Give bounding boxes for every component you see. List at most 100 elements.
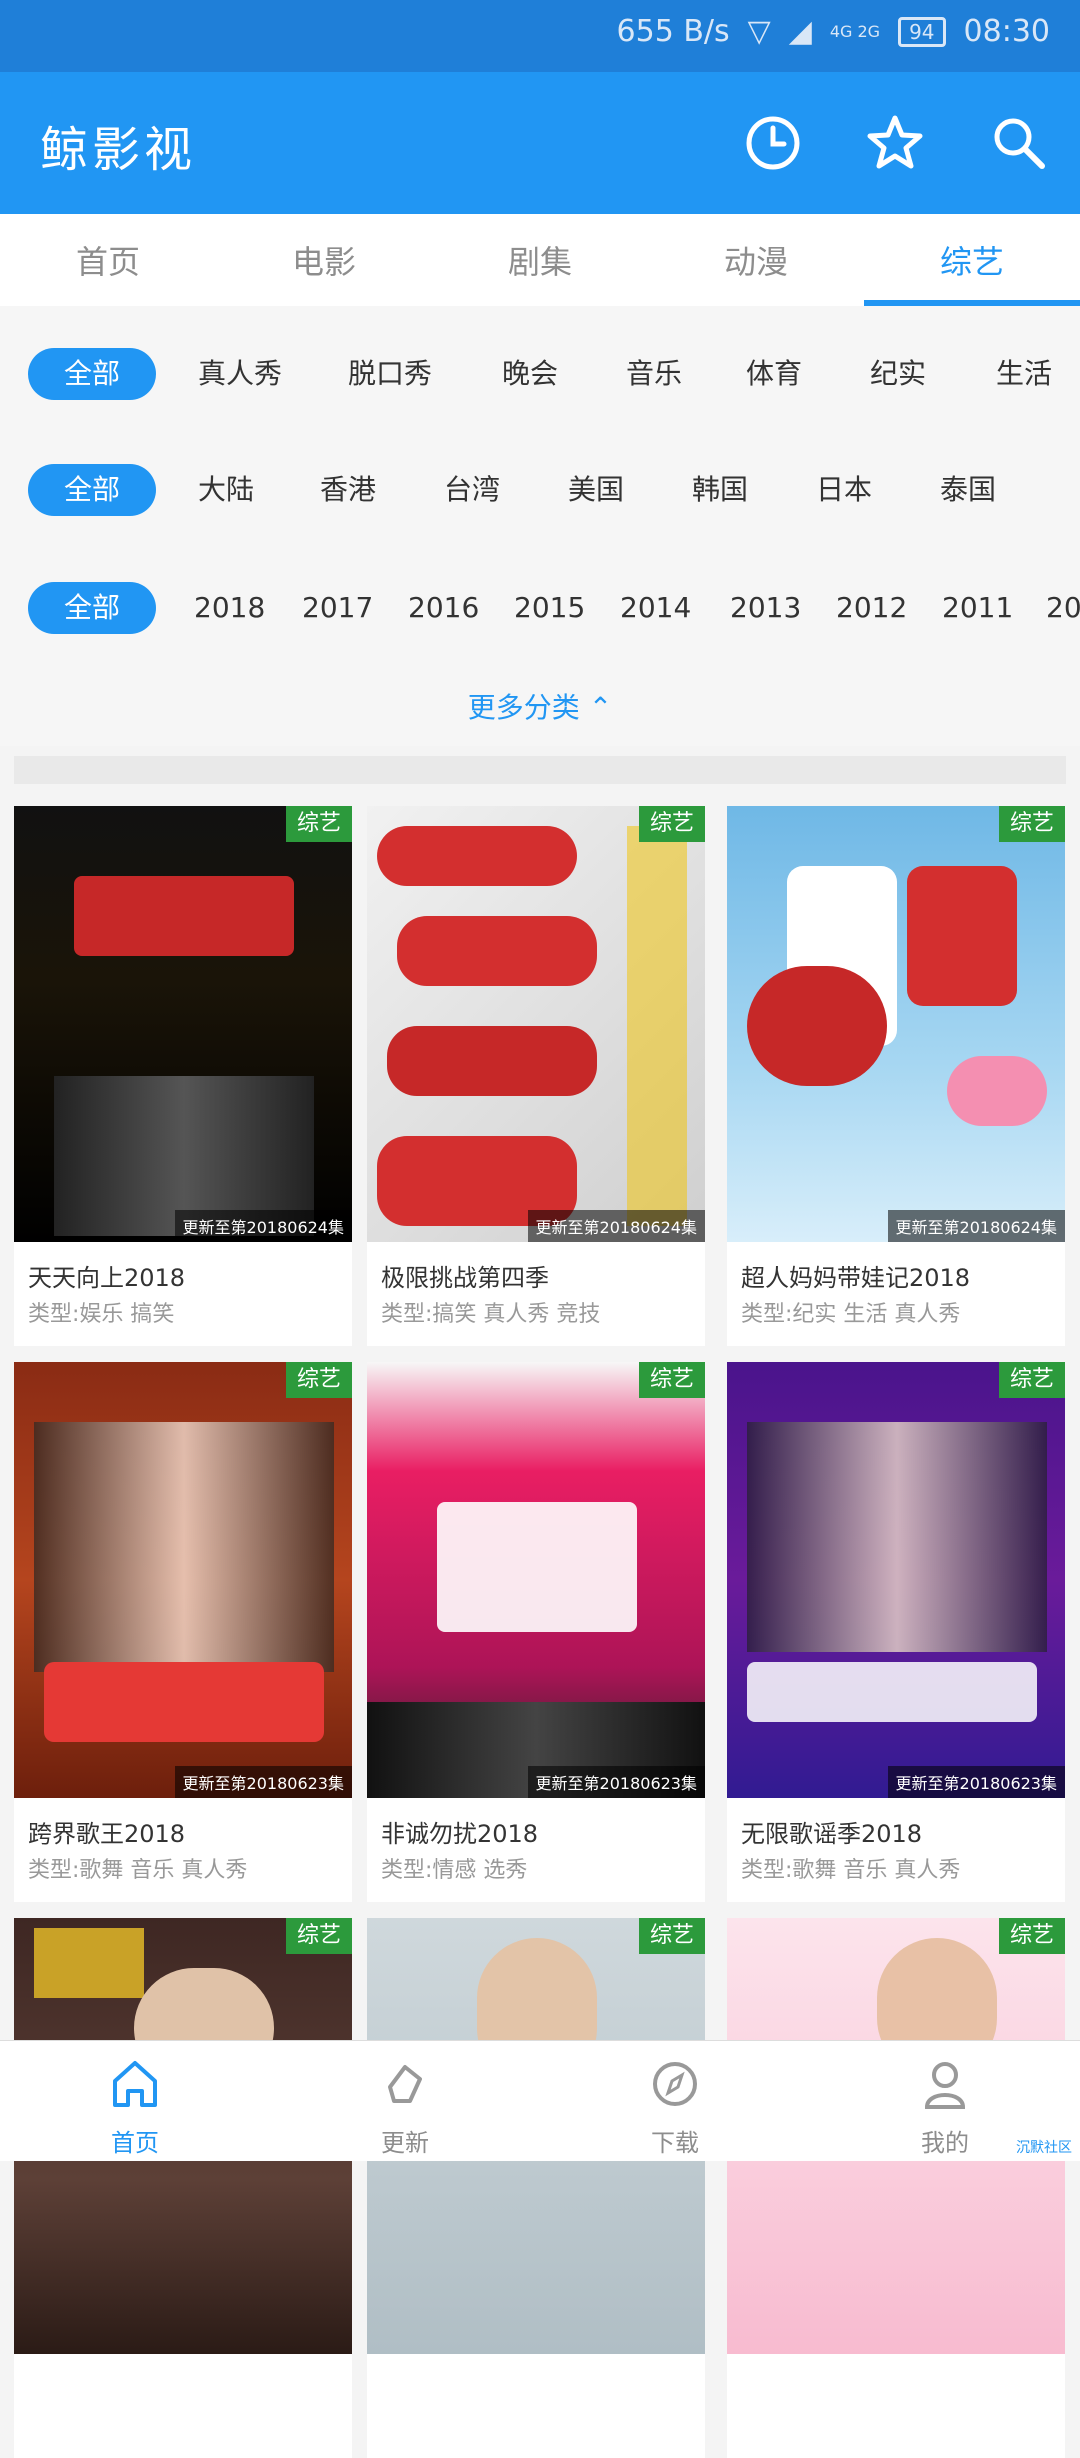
filter-region-item[interactable]: 台湾 (444, 464, 500, 516)
filter-type-item[interactable]: 脱口秀 (348, 348, 432, 400)
filter-year-item[interactable]: 2010 (1046, 582, 1080, 634)
filter-type-item[interactable]: 音乐 (626, 348, 682, 400)
divider (14, 756, 1066, 784)
status-bar: 655 B/s ▽ ◢ 4G 2G 94 08:30 (0, 0, 1080, 72)
show-title: 超人妈妈带娃记2018 (741, 1264, 971, 1292)
show-genres: 类型:娱乐 搞笑 (28, 1302, 175, 1327)
update-label: 更新至第20180624集 (887, 1210, 1065, 1242)
search-icon[interactable] (986, 110, 1052, 176)
nav-updates-label: 更新 (381, 2129, 429, 2157)
category-badge: 综艺 (999, 1362, 1065, 1398)
show-card[interactable]: 综艺 (14, 1918, 352, 2458)
poster-image[interactable]: 综艺 更新至第20180624集 (727, 806, 1065, 1242)
show-card[interactable]: 综艺 更新至第20180624集 极限挑战第四季 类型:搞笑 真人秀 竞技 (367, 806, 705, 1346)
tab-home[interactable]: 首页 (0, 214, 216, 306)
show-title: 极限挑战第四季 (381, 1264, 549, 1292)
nav-download-label: 下载 (651, 2129, 699, 2157)
show-card[interactable]: 综艺 更新至第20180624集 超人妈妈带娃记2018 类型:纪实 生活 真人… (727, 806, 1065, 1346)
nav-home-label: 首页 (111, 2129, 159, 2157)
update-label: 更新至第20180624集 (527, 1210, 705, 1242)
more-categories-button[interactable]: 更多分类 ⌃ (0, 686, 1080, 726)
show-card[interactable]: 综艺 (727, 1918, 1065, 2458)
more-categories-label: 更多分类 (467, 691, 580, 724)
show-card[interactable]: 综艺 更新至第20180623集 非诚勿扰2018 类型:情感 选秀 (367, 1362, 705, 1902)
show-card[interactable]: 综艺 (367, 1918, 705, 2458)
filter-year-item[interactable]: 2011 (942, 582, 1013, 634)
category-badge: 综艺 (999, 1918, 1065, 1954)
update-label: 更新至第20180623集 (174, 1766, 352, 1798)
filter-type-item[interactable]: 生活 (996, 348, 1052, 400)
battery-level: 94 (909, 19, 935, 44)
poster-image[interactable]: 综艺 更新至第20180624集 (14, 806, 352, 1242)
filter-row-year: 全部 2018 2017 2016 2015 2014 2013 2012 20… (0, 582, 1080, 642)
filter-region-item[interactable]: 泰国 (940, 464, 996, 516)
user-icon (924, 2062, 966, 2109)
filter-panel: 全部 真人秀 脱口秀 晚会 音乐 体育 纪实 生活 全部 大陆 香港 台湾 美国… (0, 306, 1080, 746)
nav-download[interactable]: 下载 (540, 2041, 810, 2161)
app-bar: 鲸影视 (0, 72, 1080, 214)
filter-region-item[interactable]: 美国 (568, 464, 624, 516)
category-badge: 综艺 (639, 1918, 705, 1954)
filter-type-all[interactable]: 全部 (28, 348, 156, 400)
net-speed: 655 B/s (616, 14, 730, 49)
filter-year-item[interactable]: 2014 (620, 582, 691, 634)
filter-type-item[interactable]: 晚会 (502, 348, 558, 400)
show-title: 天天向上2018 (28, 1264, 186, 1292)
clock: 08:30 (963, 14, 1050, 49)
battery-icon: 94 (898, 16, 946, 47)
filter-year-all[interactable]: 全部 (28, 582, 156, 634)
tab-series[interactable]: 剧集 (432, 214, 648, 306)
show-genres: 类型:搞笑 真人秀 竞技 (381, 1302, 601, 1327)
history-icon[interactable] (740, 110, 806, 176)
filter-region-all[interactable]: 全部 (28, 464, 156, 516)
filter-year-item[interactable]: 2013 (730, 582, 801, 634)
filter-region-item[interactable]: 大陆 (198, 464, 254, 516)
wifi-icon: ▽ (747, 14, 771, 49)
category-badge: 综艺 (286, 806, 352, 842)
tab-variety[interactable]: 综艺 (864, 214, 1080, 306)
update-label: 更新至第20180624集 (174, 1210, 352, 1242)
poster-image[interactable]: 综艺 更新至第20180623集 (727, 1362, 1065, 1798)
signal-icon: ◢ (788, 14, 812, 49)
compass-icon (653, 2062, 697, 2106)
poster-image[interactable]: 综艺 更新至第20180624集 (367, 806, 705, 1242)
show-genres: 类型:歌舞 音乐 真人秀 (28, 1858, 248, 1883)
category-badge: 综艺 (639, 806, 705, 842)
filter-region-item[interactable]: 韩国 (692, 464, 748, 516)
show-title: 无限歌谣季2018 (741, 1820, 923, 1848)
category-badge: 综艺 (999, 806, 1065, 842)
category-tabs: 首页 电影 剧集 动漫 综艺 (0, 214, 1080, 307)
poster-image[interactable]: 综艺 更新至第20180623集 (14, 1362, 352, 1798)
show-genres: 类型:歌舞 音乐 真人秀 (741, 1858, 961, 1883)
filter-type-item[interactable]: 纪实 (870, 348, 926, 400)
star-icon[interactable] (862, 110, 928, 176)
nav-updates[interactable]: 更新 (270, 2041, 540, 2161)
filter-year-item[interactable]: 2018 (194, 582, 265, 634)
filter-year-item[interactable]: 2015 (514, 582, 585, 634)
filter-year-item[interactable]: 2016 (408, 582, 479, 634)
network-type: 4G 2G (829, 22, 881, 41)
update-label: 更新至第20180623集 (887, 1766, 1065, 1798)
nav-home[interactable]: 首页 (0, 2041, 270, 2161)
tab-anime[interactable]: 动漫 (648, 214, 864, 306)
show-title: 非诚勿扰2018 (381, 1820, 539, 1848)
updates-icon (388, 2065, 422, 2103)
category-badge: 综艺 (639, 1362, 705, 1398)
filter-region-item[interactable]: 香港 (320, 464, 376, 516)
bottom-nav: 首页 更新 下载 我的 沉默社区 (0, 2040, 1080, 2161)
filter-year-item[interactable]: 2017 (302, 582, 373, 634)
show-card[interactable]: 综艺 更新至第20180624集 天天向上2018 类型:娱乐 搞笑 (14, 806, 352, 1346)
show-genres: 类型:纪实 生活 真人秀 (741, 1302, 961, 1327)
filter-row-type: 全部 真人秀 脱口秀 晚会 音乐 体育 纪实 生活 (0, 348, 1080, 408)
filter-region-item[interactable]: 日本 (816, 464, 872, 516)
tab-movies[interactable]: 电影 (216, 214, 432, 306)
poster-image[interactable]: 综艺 更新至第20180623集 (367, 1362, 705, 1798)
filter-year-item[interactable]: 2012 (836, 582, 907, 634)
watermark: 沉默社区 (1016, 2140, 1072, 2156)
show-card[interactable]: 综艺 更新至第20180623集 跨界歌王2018 类型:歌舞 音乐 真人秀 (14, 1362, 352, 1902)
category-badge: 综艺 (286, 1918, 352, 1954)
home-icon (113, 2061, 157, 2107)
filter-type-item[interactable]: 真人秀 (198, 348, 282, 400)
filter-type-item[interactable]: 体育 (746, 348, 802, 400)
show-card[interactable]: 综艺 更新至第20180623集 无限歌谣季2018 类型:歌舞 音乐 真人秀 (727, 1362, 1065, 1902)
